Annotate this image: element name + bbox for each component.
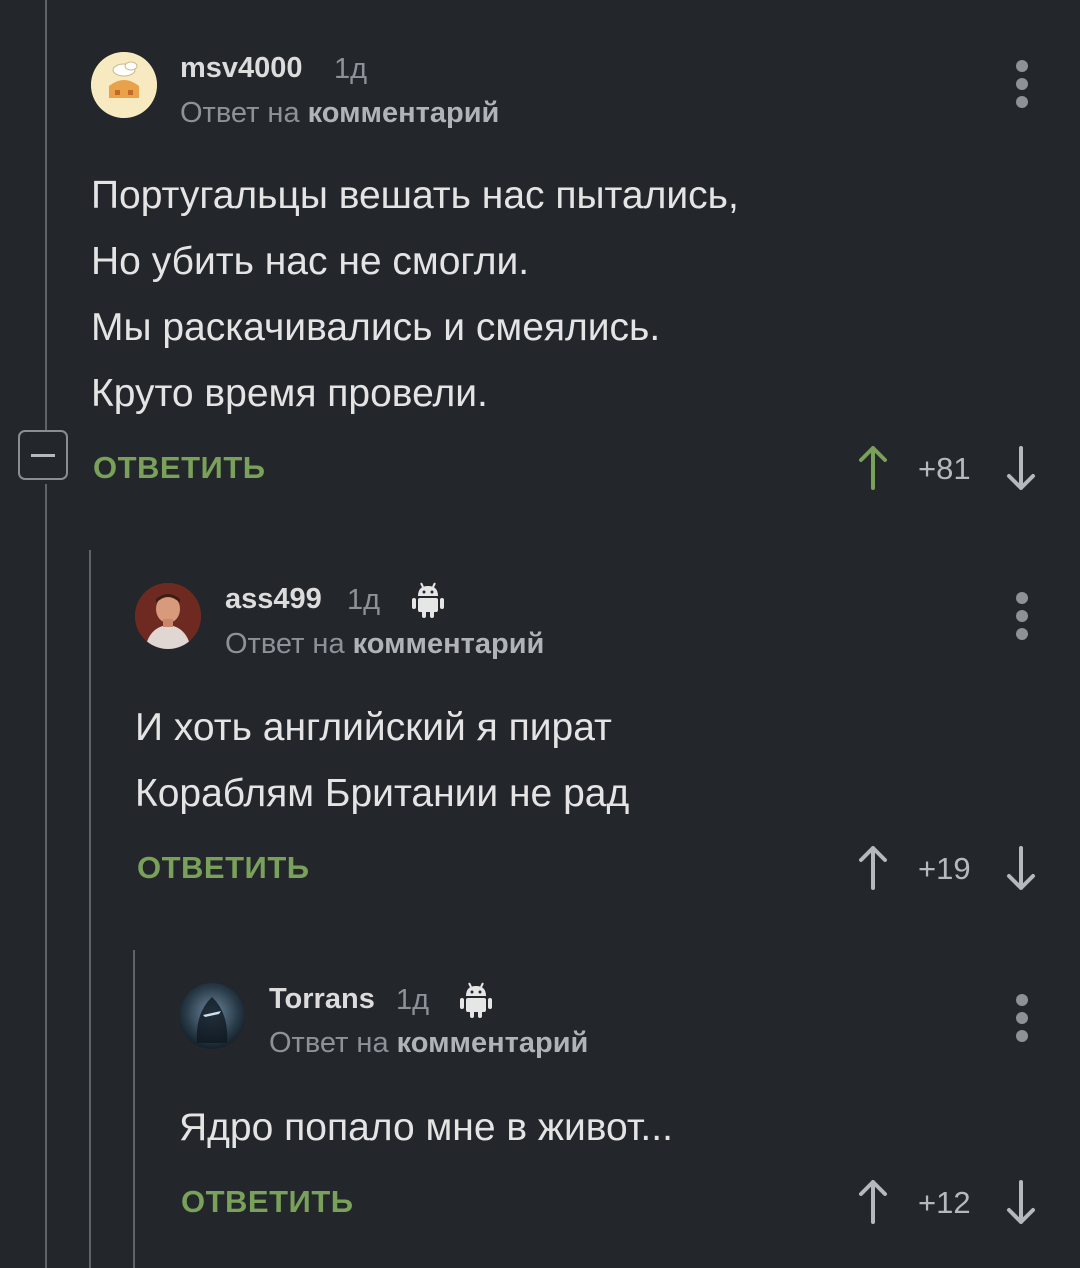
collapse-thread-button[interactable] bbox=[18, 430, 68, 480]
thread-line-level-3 bbox=[133, 950, 135, 1268]
reply-to-label: Ответ на комментарий bbox=[269, 1027, 588, 1060]
avatar[interactable] bbox=[135, 583, 201, 649]
reply-to-prefix: Ответ на bbox=[225, 628, 345, 660]
reply-button[interactable]: ОТВЕТИТЬ bbox=[181, 1184, 354, 1220]
comment-time: 1д bbox=[347, 584, 381, 616]
avatar[interactable] bbox=[91, 52, 157, 118]
thread-line-level-2 bbox=[89, 550, 91, 1268]
rating-count: +19 bbox=[918, 851, 971, 886]
reply-to-link[interactable]: комментарий bbox=[308, 97, 500, 129]
reply-to-label: Ответ на комментарий bbox=[225, 628, 544, 661]
avatar-image bbox=[179, 983, 245, 1049]
avatar[interactable] bbox=[179, 983, 245, 1049]
avatar-image bbox=[91, 52, 157, 118]
reply-to-prefix: Ответ на bbox=[269, 1027, 389, 1059]
upvote-arrow-icon[interactable] bbox=[858, 846, 888, 890]
more-options-icon[interactable] bbox=[1012, 60, 1032, 108]
comment-line: Круто время провели. bbox=[91, 372, 488, 415]
comment-body: Ядро попало мне в живот... bbox=[179, 1095, 673, 1161]
downvote-arrow-icon[interactable] bbox=[1006, 446, 1036, 490]
thread-line-level-1 bbox=[45, 484, 47, 1268]
comment-body: Португальцы вешать нас пытались, Но убит… bbox=[91, 163, 739, 427]
comment-line: И хоть английский я пират bbox=[135, 706, 612, 749]
comment-line: Но убить нас не смогли. bbox=[91, 240, 530, 283]
comment-line: Мы раскачивались и смеялись. bbox=[91, 306, 661, 349]
upvote-arrow-icon[interactable] bbox=[858, 1180, 888, 1224]
comment-body: И хоть английский я пират Кораблям Брита… bbox=[135, 695, 629, 827]
reply-button[interactable]: ОТВЕТИТЬ bbox=[137, 850, 310, 886]
comment-time: 1д bbox=[334, 53, 368, 85]
downvote-arrow-icon[interactable] bbox=[1006, 1180, 1036, 1224]
username[interactable]: ass499 bbox=[225, 583, 322, 616]
comment-line: Португальцы вешать нас пытались, bbox=[91, 174, 739, 217]
reply-to-link[interactable]: комментарий bbox=[353, 628, 545, 660]
more-options-icon[interactable] bbox=[1012, 994, 1032, 1042]
upvote-arrow-icon[interactable] bbox=[858, 446, 888, 490]
downvote-arrow-icon[interactable] bbox=[1006, 846, 1036, 890]
thread-line-level-1 bbox=[45, 0, 47, 430]
android-icon bbox=[460, 982, 492, 1018]
username[interactable]: Torrans bbox=[269, 983, 375, 1016]
reply-to-label: Ответ на комментарий bbox=[180, 97, 499, 130]
android-icon bbox=[412, 582, 444, 618]
more-options-icon[interactable] bbox=[1012, 592, 1032, 640]
rating-count: +81 bbox=[918, 451, 971, 486]
reply-button[interactable]: ОТВЕТИТЬ bbox=[93, 450, 266, 486]
comment-line: Кораблям Британии не рад bbox=[135, 772, 630, 815]
reply-to-link[interactable]: комментарий bbox=[397, 1027, 589, 1059]
reply-to-prefix: Ответ на bbox=[180, 97, 300, 129]
comment-time: 1д bbox=[396, 984, 430, 1016]
username[interactable]: msv4000 bbox=[180, 52, 303, 85]
avatar-image bbox=[135, 583, 201, 649]
comment-line: Ядро попало мне в живот... bbox=[179, 1106, 673, 1149]
rating-count: +12 bbox=[918, 1185, 971, 1220]
